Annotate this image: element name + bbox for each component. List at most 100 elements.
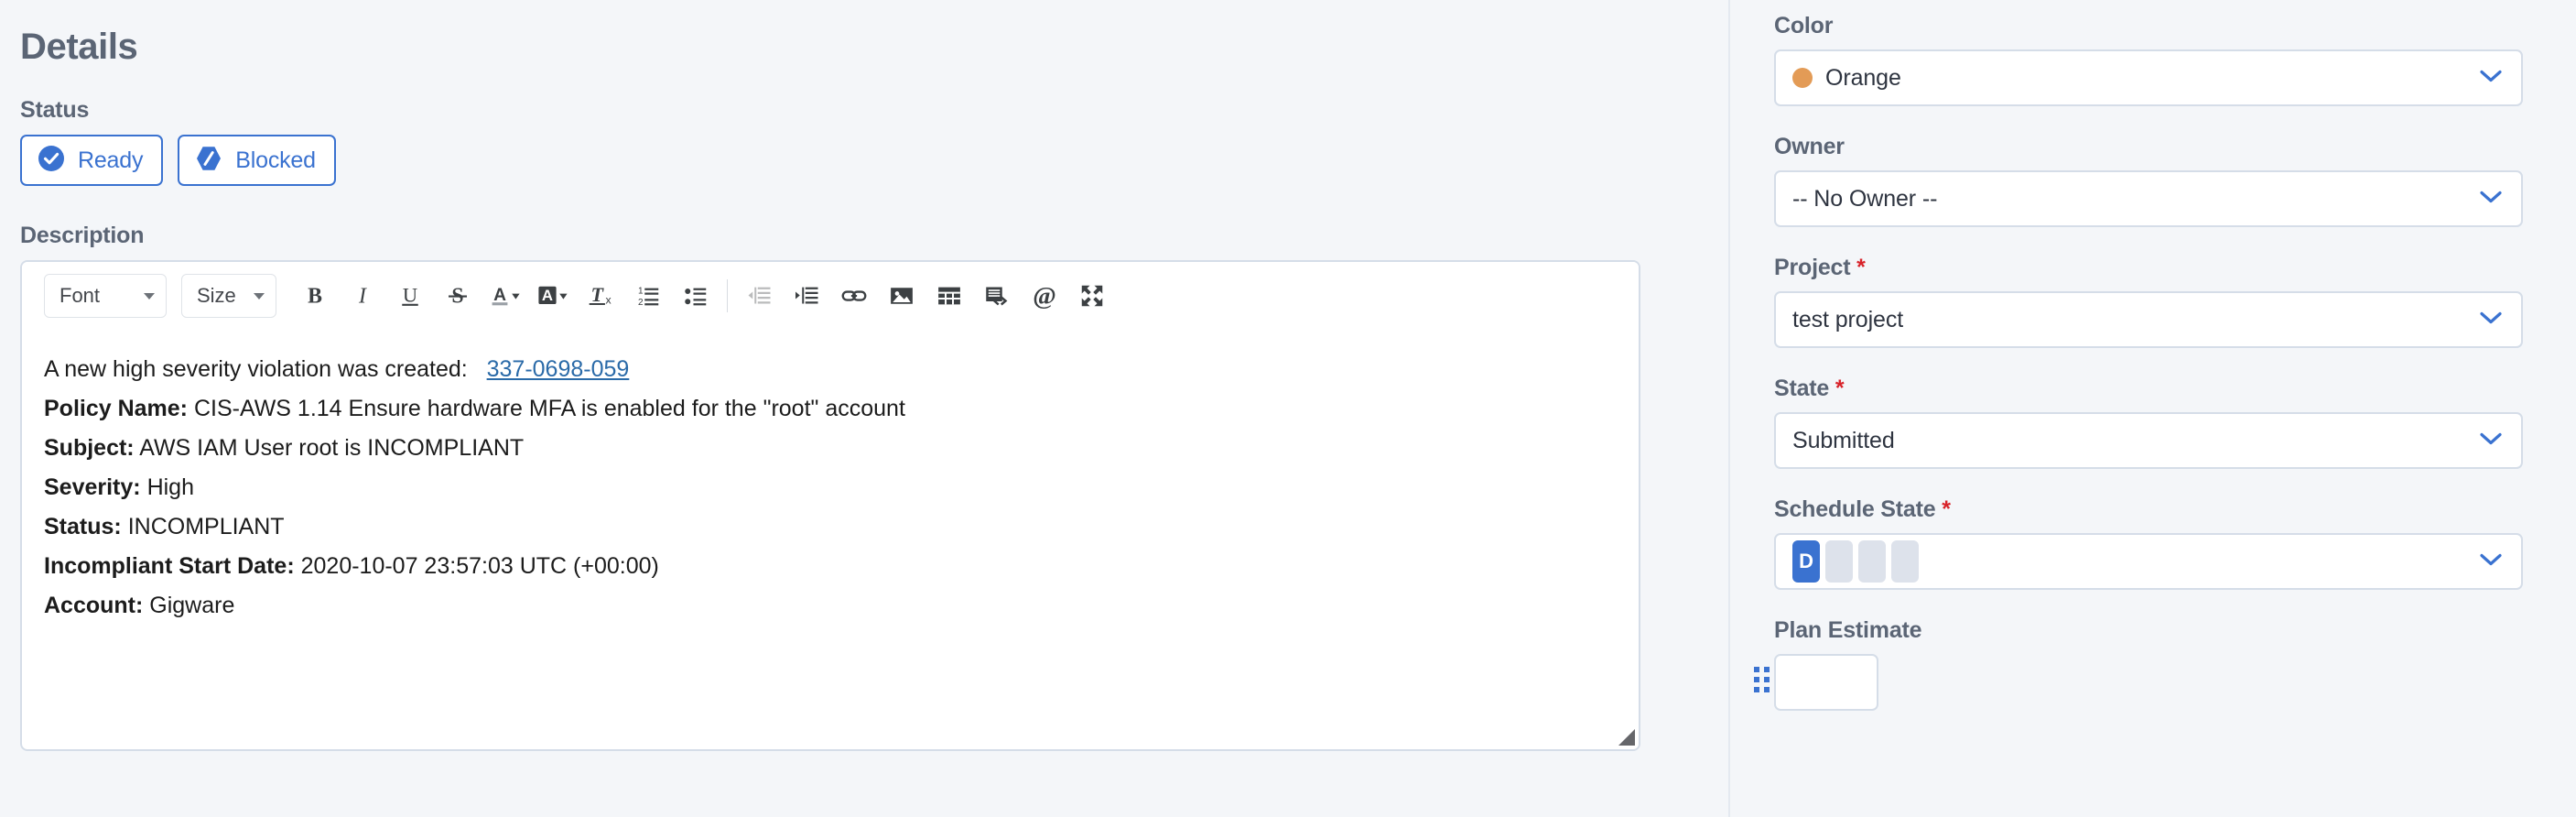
svg-text:B: B bbox=[308, 285, 322, 309]
table-button[interactable] bbox=[925, 272, 973, 320]
description-row-key: Severity: bbox=[44, 474, 141, 500]
state-field: State * Submitted bbox=[1774, 376, 2523, 469]
toolbar-divider bbox=[727, 279, 728, 312]
description-row-value: Gigware bbox=[149, 593, 235, 618]
color-label: Color bbox=[1774, 13, 1834, 38]
required-marker: * bbox=[1835, 376, 1845, 401]
chevron-down-icon bbox=[2479, 552, 2503, 572]
details-left-panel: Details Status Ready Blocked Description… bbox=[0, 0, 1730, 817]
description-editor[interactable]: Font Size B I U S A A T x 1 2 @ A new hi… bbox=[20, 260, 1640, 751]
project-field: Project * test project bbox=[1774, 255, 2523, 348]
description-row-value: AWS IAM User root is INCOMPLIANT bbox=[139, 435, 525, 461]
underline-button[interactable]: U bbox=[386, 272, 434, 320]
status-blocked-button[interactable]: Blocked bbox=[178, 135, 336, 186]
description-row: Account: Gigware bbox=[44, 586, 1617, 626]
chevron-down-icon bbox=[2479, 69, 2503, 88]
owner-select[interactable]: -- No Owner -- bbox=[1774, 170, 2523, 227]
schedule-state-step bbox=[1891, 540, 1919, 583]
outdent-button[interactable] bbox=[735, 272, 783, 320]
schedule-state-label-text: Schedule State bbox=[1774, 496, 1936, 522]
font-family-value: Font bbox=[60, 284, 101, 307]
status-button-group: Ready Blocked bbox=[20, 135, 1692, 186]
color-field: Color Orange bbox=[1774, 13, 2523, 106]
drag-handle-icon[interactable] bbox=[1754, 667, 1770, 692]
indent-button[interactable] bbox=[783, 272, 830, 320]
svg-text:I: I bbox=[358, 285, 367, 309]
svg-text:U: U bbox=[403, 283, 417, 306]
project-label: Project * bbox=[1774, 255, 2523, 281]
chevron-down-icon bbox=[144, 292, 155, 300]
description-content[interactable]: A new high severity violation was create… bbox=[22, 330, 1639, 626]
svg-text:A: A bbox=[542, 287, 553, 304]
chevron-down-icon bbox=[254, 292, 265, 300]
status-ready-button[interactable]: Ready bbox=[20, 135, 164, 186]
status-ready-label: Ready bbox=[78, 147, 144, 173]
description-row: Status: INCOMPLIANT bbox=[44, 507, 1617, 547]
state-label: State * bbox=[1774, 376, 2523, 402]
font-size-select[interactable]: Size bbox=[181, 274, 276, 318]
blocked-hexagon-icon bbox=[194, 144, 223, 178]
description-intro-text: A new high severity violation was create… bbox=[44, 356, 468, 382]
owner-value: -- No Owner -- bbox=[1792, 185, 1938, 212]
description-row-value: INCOMPLIANT bbox=[127, 514, 285, 539]
editor-resize-handle[interactable] bbox=[1618, 729, 1635, 746]
chevron-down-icon bbox=[2479, 310, 2503, 330]
highlight-color-button[interactable]: A bbox=[529, 272, 577, 320]
chevron-down-icon bbox=[2479, 431, 2503, 451]
svg-text:2: 2 bbox=[638, 298, 644, 308]
description-row: Policy Name: CIS-AWS 1.14 Ensure hardwar… bbox=[44, 389, 1617, 429]
svg-text:T: T bbox=[591, 283, 605, 306]
chevron-down-icon bbox=[2479, 190, 2503, 209]
description-row-key: Incompliant Start Date: bbox=[44, 553, 295, 579]
text-color-button[interactable]: A bbox=[482, 272, 529, 320]
project-select[interactable]: test project bbox=[1774, 291, 2523, 348]
description-intro-line: A new high severity violation was create… bbox=[44, 350, 1617, 389]
description-row-key: Status: bbox=[44, 514, 122, 539]
schedule-state-step bbox=[1825, 540, 1853, 583]
fullscreen-button[interactable] bbox=[1068, 272, 1116, 320]
required-marker: * bbox=[1942, 496, 1951, 522]
description-row-key: Policy Name: bbox=[44, 396, 189, 421]
italic-button[interactable]: I bbox=[339, 272, 386, 320]
details-page: Details Status Ready Blocked Description… bbox=[0, 0, 2576, 817]
plan-estimate-row bbox=[1754, 654, 2523, 711]
project-label-text: Project bbox=[1774, 255, 1851, 280]
schedule-state-track: D bbox=[1792, 540, 2470, 583]
violation-link[interactable]: 337-0698-059 bbox=[487, 356, 630, 382]
color-select[interactable]: Orange bbox=[1774, 49, 2523, 106]
bold-button[interactable]: B bbox=[291, 272, 339, 320]
svg-text:1: 1 bbox=[638, 287, 644, 297]
page-title: Details bbox=[20, 27, 138, 67]
color-value: Orange bbox=[1825, 64, 1901, 91]
editor-toolbar: Font Size B I U S A A T x 1 2 @ bbox=[22, 262, 1639, 330]
schedule-state-select[interactable]: D bbox=[1774, 533, 2523, 590]
source-code-button[interactable] bbox=[973, 272, 1021, 320]
font-size-value: Size bbox=[197, 284, 236, 307]
description-row-value: High bbox=[146, 474, 194, 500]
description-row-value: 2020-10-07 23:57:03 UTC (+00:00) bbox=[300, 553, 659, 579]
font-family-select[interactable]: Font bbox=[44, 274, 167, 318]
required-marker: * bbox=[1856, 255, 1866, 280]
project-value: test project bbox=[1792, 306, 1904, 332]
color-swatch-icon bbox=[1792, 68, 1813, 88]
bulleted-list-button[interactable] bbox=[672, 272, 720, 320]
svg-text:x: x bbox=[606, 294, 612, 307]
svg-text:@: @ bbox=[1033, 282, 1056, 310]
link-button[interactable] bbox=[830, 272, 878, 320]
state-select[interactable]: Submitted bbox=[1774, 412, 2523, 469]
svg-text:A: A bbox=[493, 286, 506, 305]
owner-field: Owner -- No Owner -- bbox=[1774, 134, 2523, 227]
image-button[interactable] bbox=[878, 272, 925, 320]
details-right-panel: Color Orange Owner -- No Owner -- Projec… bbox=[1730, 0, 2576, 817]
remove-format-button[interactable]: T x bbox=[577, 272, 624, 320]
plan-estimate-input[interactable] bbox=[1774, 654, 1878, 711]
plan-estimate-label: Plan Estimate bbox=[1774, 617, 1922, 643]
schedule-state-field: Schedule State * D bbox=[1774, 496, 2523, 590]
strikethrough-button[interactable]: S bbox=[434, 272, 482, 320]
numbered-list-button[interactable]: 1 2 bbox=[624, 272, 672, 320]
schedule-state-progress: D bbox=[1792, 540, 2470, 583]
status-label: Status bbox=[20, 97, 90, 123]
description-row: Subject: AWS IAM User root is INCOMPLIAN… bbox=[44, 429, 1617, 468]
schedule-state-step-active: D bbox=[1792, 540, 1820, 583]
mention-button[interactable]: @ bbox=[1021, 272, 1068, 320]
